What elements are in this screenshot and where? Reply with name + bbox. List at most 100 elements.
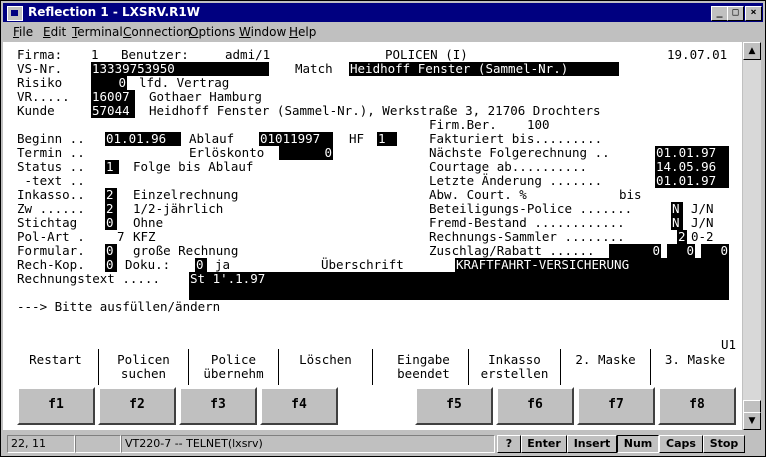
f2-button[interactable]: f2 (98, 387, 176, 425)
formular-label: Formular. (17, 243, 85, 258)
ueberschrift-field[interactable]: KRAFTFAHRT-VERSICHERUNG (455, 258, 729, 272)
app-icon[interactable] (7, 6, 23, 21)
maximize-button[interactable]: □ (727, 6, 744, 21)
menu-connection[interactable]: Connection (123, 25, 191, 39)
hf-field[interactable]: 1 (377, 132, 397, 146)
menu-options[interactable]: Options (189, 25, 235, 39)
risiko-field[interactable]: 0 (91, 76, 127, 90)
flabel-line: suchen (120, 366, 167, 381)
status-blank (75, 435, 121, 453)
zuschlag-field-2[interactable]: 0 (667, 244, 695, 258)
beginn-label: Beginn .. (17, 131, 85, 146)
flabel-line: übernehm (203, 366, 264, 381)
menu-help[interactable]: Help (289, 25, 316, 39)
rechtext-label: Rechnungstext ..... (17, 271, 160, 286)
inkasso-label: Inkasso.. (17, 187, 85, 202)
erloskonto-field[interactable]: 0 (279, 146, 333, 160)
flabel-3-maske[interactable]: 3. Maske (651, 349, 739, 385)
firmber-value: 100 (527, 117, 550, 132)
menu-bar: File Edit Terminal Connection Options Wi… (3, 23, 763, 41)
zw-field[interactable]: 2 (105, 202, 117, 216)
f6-button[interactable]: f6 (496, 387, 574, 425)
menu-window[interactable]: Window (239, 25, 286, 39)
beteiligung-field[interactable]: N (671, 202, 683, 216)
function-keys: f1 f2 f3 f4 f5 f6 f7 f8 (3, 387, 742, 427)
match-label: Match (295, 61, 333, 76)
screen-date: 19.07.01 (667, 47, 728, 62)
title-bar[interactable]: Reflection 1 - LXSRV.R1W _ □ × (3, 3, 763, 22)
status-bar: 22, 11 VT220-7 -- TELNET(lxsrv) ? Enter … (3, 434, 763, 454)
sammler-field[interactable]: 2 (677, 230, 687, 244)
close-button[interactable]: × (745, 6, 762, 21)
vsnr-field[interactable]: 13339753950 (91, 62, 269, 76)
naechste-field[interactable]: 01.01.97 (655, 146, 729, 160)
ueberschrift-label: Überschrift (321, 257, 404, 272)
flabel-policen-suchen[interactable]: Policen suchen (99, 349, 189, 385)
sammler-label: Rechnungs-Sammler ........ (429, 229, 625, 244)
minimize-button[interactable]: _ (711, 6, 728, 21)
courtage-field[interactable]: 14.05.96 (655, 160, 729, 174)
sammler-hint: 0-2 (691, 229, 714, 244)
f4-button[interactable]: f4 (260, 387, 338, 425)
menu-edit[interactable]: Edit (43, 25, 66, 39)
f3-button[interactable]: f3 (179, 387, 257, 425)
session-info: VT220-7 -- TELNET(lxsrv) (121, 435, 495, 453)
cursor-position: 22, 11 (7, 435, 75, 453)
rechtext-field[interactable]: St 1'.1.97 (189, 272, 729, 300)
formular-text: große Rechnung (133, 243, 239, 258)
flabel-police-uebernehm[interactable]: Police übernehm (189, 349, 279, 385)
flabel-line: Restart (29, 352, 82, 367)
ablauf-label: Ablauf (189, 131, 235, 146)
stichtag-field[interactable]: 0 (105, 216, 117, 230)
beteiligung-label: Beteiligungs-Police ....... (429, 201, 633, 216)
scroll-down-icon[interactable]: ▼ (743, 412, 761, 430)
flabel-line: Löschen (299, 352, 352, 367)
flabel-line: Policen (117, 352, 170, 367)
text-label: -text .. (17, 173, 85, 188)
doku-field[interactable]: 0 (195, 258, 207, 272)
vr-field[interactable]: 16007 (91, 90, 135, 104)
f7-button[interactable]: f7 (577, 387, 655, 425)
fremd-field[interactable]: N (671, 216, 683, 230)
hf-label: HF (349, 131, 365, 146)
flabel-line: beendet (397, 366, 450, 381)
menu-file[interactable]: File (13, 25, 33, 39)
vsnr-label: VS-Nr. (17, 61, 63, 76)
terminal-screen[interactable]: Firma: 1 Benutzer: admi/1 POLICEN (I) 19… (3, 42, 742, 430)
erloskonto-label: Erlöskonto (189, 145, 265, 160)
prompt-text: ---> Bitte ausfüllen/ändern (17, 299, 221, 314)
stop-button[interactable]: Stop (703, 435, 745, 453)
flabel-restart[interactable]: Restart (13, 349, 99, 385)
f8-button[interactable]: f8 (658, 387, 736, 425)
enter-button[interactable]: Enter (521, 435, 567, 453)
f5-button[interactable]: f5 (415, 387, 493, 425)
help-button[interactable]: ? (497, 435, 521, 453)
zuschlag-field-1[interactable]: 0 (609, 244, 661, 258)
vertical-scrollbar[interactable]: ▲ ▼ (743, 42, 761, 430)
polart-label: Pol-Art . (17, 229, 85, 244)
scroll-up-icon[interactable]: ▲ (743, 42, 761, 60)
abw-label: Abw. Court. % (429, 187, 527, 202)
flabel-eingabe-beendet[interactable]: Eingabe beendet (379, 349, 469, 385)
caps-lock-button[interactable]: Caps (659, 435, 703, 453)
flabel-inkasso-erstellen[interactable]: Inkasso erstellen (469, 349, 561, 385)
match-field[interactable]: Heidhoff Fenster (Sammel-Nr.) (349, 62, 619, 76)
beginn-field[interactable]: 01.01.96 (105, 132, 181, 146)
status-field[interactable]: 1 (105, 160, 119, 174)
inkasso-field[interactable]: 2 (105, 188, 117, 202)
firmber-label: Firm.Ber. (429, 117, 497, 132)
formular-field[interactable]: 0 (105, 244, 117, 258)
f1-button[interactable]: f1 (17, 387, 95, 425)
rechkop-field[interactable]: 0 (105, 258, 117, 272)
flabel-loeschen[interactable]: Löschen (279, 349, 373, 385)
beteiligung-hint: J/N (691, 201, 714, 216)
zuschlag-field-3[interactable]: 0 (701, 244, 729, 258)
num-lock-button[interactable]: Num (617, 435, 659, 453)
polart-value[interactable]: 7 (117, 230, 125, 244)
menu-terminal[interactable]: Terminal (72, 25, 123, 39)
letzte-field[interactable]: 01.01.97 (655, 174, 729, 188)
kunde-field[interactable]: 57044 (91, 104, 135, 118)
flabel-2-maske[interactable]: 2. Maske (561, 349, 651, 385)
ablauf-field[interactable]: 01011997 (259, 132, 333, 146)
insert-button[interactable]: Insert (567, 435, 617, 453)
